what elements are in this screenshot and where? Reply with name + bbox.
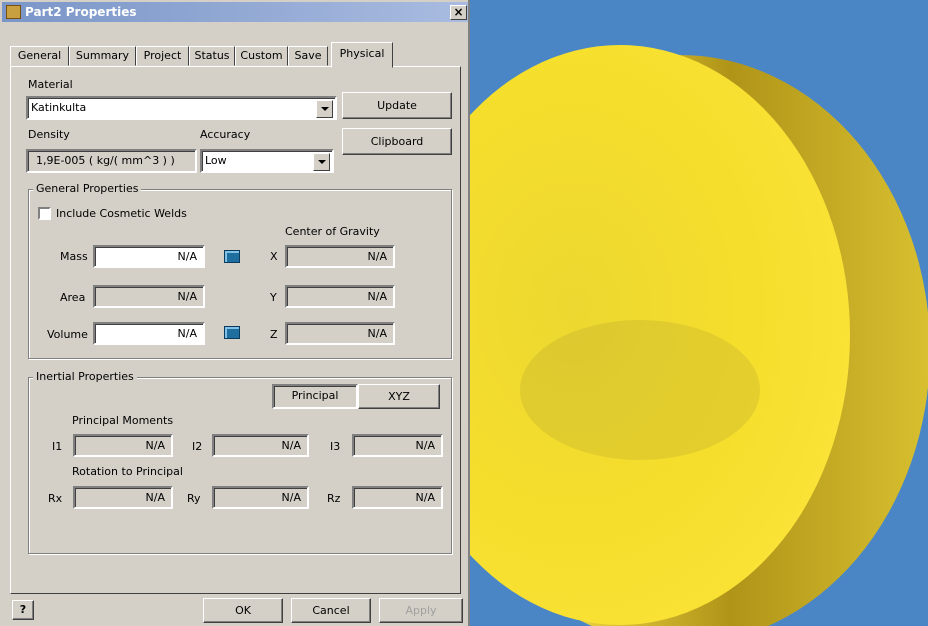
x-value: N/A bbox=[367, 250, 387, 263]
title-bar[interactable]: Part2 Properties × bbox=[2, 2, 468, 22]
x-field: N/A bbox=[285, 245, 395, 268]
mass-value: N/A bbox=[177, 250, 197, 263]
x-label: X bbox=[270, 250, 278, 263]
accuracy-value: Low bbox=[205, 154, 227, 167]
center-of-gravity-label: Center of Gravity bbox=[285, 225, 380, 238]
tab-general[interactable]: General bbox=[10, 46, 69, 66]
volume-value: N/A bbox=[177, 327, 197, 340]
rz-value: N/A bbox=[415, 491, 435, 504]
y-field: N/A bbox=[285, 285, 395, 308]
cancel-button[interactable]: Cancel bbox=[291, 598, 371, 623]
i1-value: N/A bbox=[145, 439, 165, 452]
y-label: Y bbox=[270, 291, 277, 304]
update-button[interactable]: Update bbox=[342, 92, 452, 119]
rotation-to-principal-label: Rotation to Principal bbox=[72, 465, 183, 478]
ry-value: N/A bbox=[281, 491, 301, 504]
density-label: Density bbox=[28, 128, 70, 141]
help-button[interactable]: ? bbox=[12, 600, 34, 620]
principal-toggle-button[interactable]: Principal bbox=[272, 384, 358, 409]
inertial-properties-title: Inertial Properties bbox=[33, 370, 137, 383]
ry-label: Ry bbox=[187, 492, 201, 505]
z-label: Z bbox=[270, 328, 278, 341]
xyz-toggle-button[interactable]: XYZ bbox=[358, 384, 440, 409]
rx-value: N/A bbox=[145, 491, 165, 504]
tab-summary[interactable]: Summary bbox=[69, 46, 136, 66]
density-value: 1,9E-005 ( kg/( mm^3 ) ) bbox=[36, 154, 175, 167]
cosmetic-welds-label: Include Cosmetic Welds bbox=[56, 207, 187, 220]
z-value: N/A bbox=[367, 327, 387, 340]
material-label: Material bbox=[28, 78, 73, 91]
3d-viewport[interactable] bbox=[470, 0, 928, 626]
tab-project[interactable]: Project bbox=[136, 46, 189, 66]
rx-label: Rx bbox=[48, 492, 63, 505]
properties-dialog: Part2 Properties × General Summary Proje… bbox=[0, 0, 470, 626]
chevron-down-icon[interactable] bbox=[316, 100, 333, 118]
mass-calculator-icon[interactable] bbox=[224, 250, 240, 263]
face-shadow bbox=[520, 320, 760, 460]
volume-field[interactable]: N/A bbox=[93, 322, 205, 345]
z-field: N/A bbox=[285, 322, 395, 345]
accuracy-dropdown[interactable]: Low bbox=[200, 149, 334, 173]
tab-save[interactable]: Save bbox=[288, 46, 328, 66]
mass-label: Mass bbox=[60, 250, 88, 263]
rx-field: N/A bbox=[73, 486, 173, 509]
material-value: Katinkulta bbox=[31, 101, 87, 114]
accuracy-label: Accuracy bbox=[200, 128, 251, 141]
window-title: Part2 Properties bbox=[25, 5, 137, 19]
close-button[interactable]: × bbox=[450, 5, 467, 20]
ry-field: N/A bbox=[212, 486, 309, 509]
tab-physical[interactable]: Physical bbox=[331, 42, 393, 68]
chevron-down-icon[interactable] bbox=[313, 153, 330, 171]
rz-field: N/A bbox=[352, 486, 443, 509]
i3-field: N/A bbox=[352, 434, 443, 457]
principal-moments-label: Principal Moments bbox=[72, 414, 174, 427]
tab-custom[interactable]: Custom bbox=[235, 46, 288, 66]
area-label: Area bbox=[60, 291, 86, 304]
clipboard-button[interactable]: Clipboard bbox=[342, 128, 452, 155]
general-properties-title: General Properties bbox=[33, 182, 142, 195]
apply-button[interactable]: Apply bbox=[379, 598, 463, 623]
y-value: N/A bbox=[367, 290, 387, 303]
i2-label: I2 bbox=[192, 440, 203, 453]
area-field: N/A bbox=[93, 285, 205, 308]
rz-label: Rz bbox=[327, 492, 341, 505]
i1-label: I1 bbox=[52, 440, 63, 453]
volume-label: Volume bbox=[47, 328, 88, 341]
density-field: 1,9E-005 ( kg/( mm^3 ) ) bbox=[26, 149, 197, 173]
i2-value: N/A bbox=[281, 439, 301, 452]
i3-value: N/A bbox=[415, 439, 435, 452]
mass-field[interactable]: N/A bbox=[93, 245, 205, 268]
cosmetic-welds-checkbox[interactable] bbox=[38, 207, 51, 220]
i1-field: N/A bbox=[73, 434, 173, 457]
ok-button[interactable]: OK bbox=[203, 598, 283, 623]
tab-status[interactable]: Status bbox=[189, 46, 235, 66]
area-value: N/A bbox=[177, 290, 197, 303]
volume-calculator-icon[interactable] bbox=[224, 326, 240, 339]
i3-label: I3 bbox=[330, 440, 341, 453]
material-dropdown[interactable]: Katinkulta bbox=[26, 96, 337, 120]
i2-field: N/A bbox=[212, 434, 309, 457]
part-model bbox=[470, 45, 928, 626]
inventor-part-icon bbox=[6, 5, 21, 19]
